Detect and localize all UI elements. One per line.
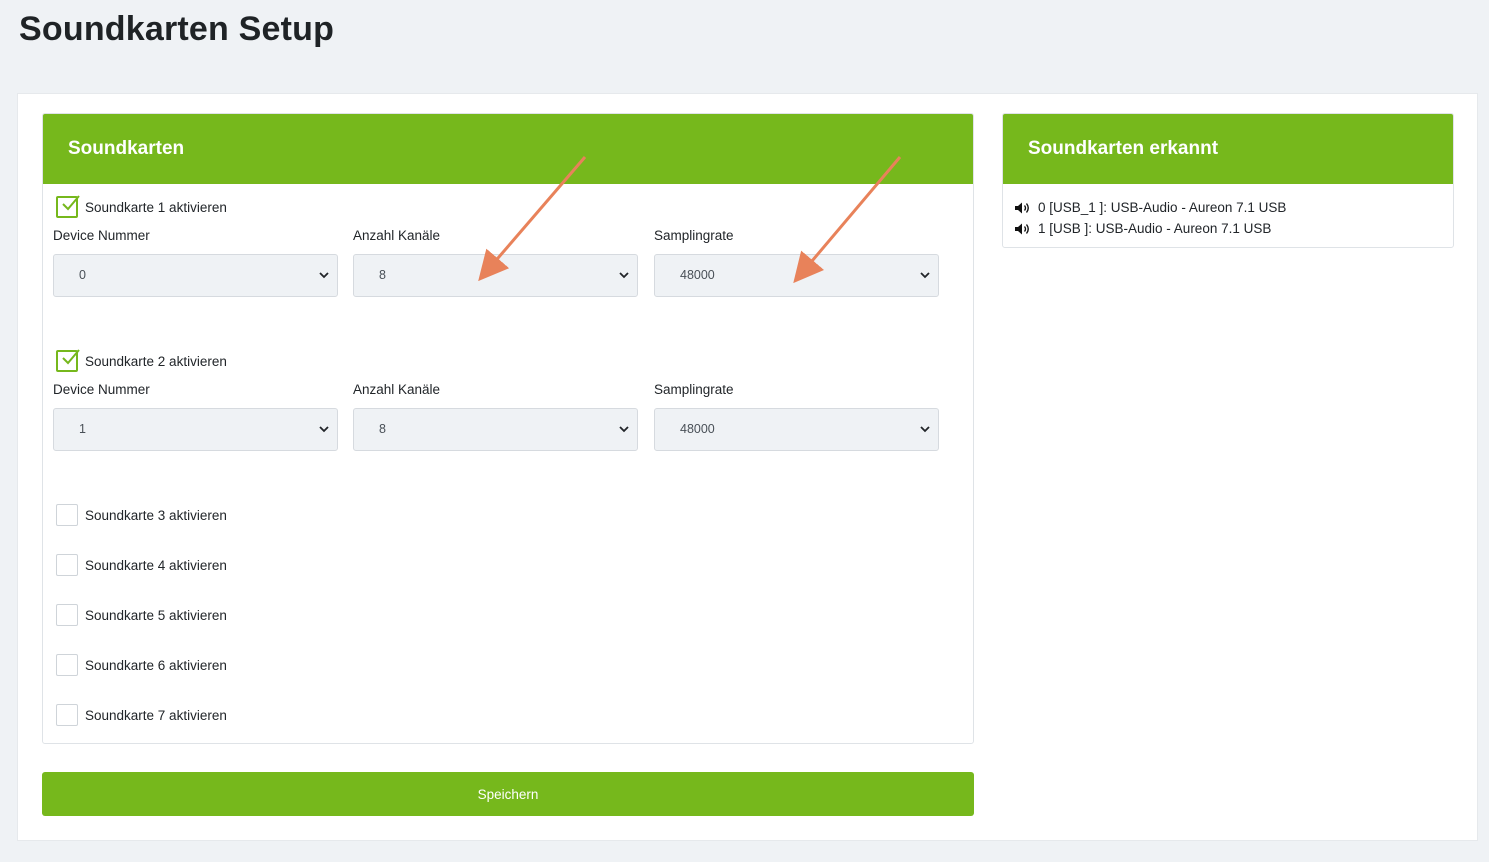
chevron-down-icon — [619, 426, 629, 433]
save-button[interactable]: Speichern — [42, 772, 974, 816]
select-value: 8 — [379, 422, 386, 436]
soundcard-5-label: Soundkarte 5 aktivieren — [85, 607, 227, 623]
soundcard-3-toggle[interactable]: Soundkarte 3 aktivieren — [56, 503, 227, 527]
detected-soundcards-card: Soundkarten erkannt 0 [USB_1 ]: USB-Audi… — [1002, 113, 1454, 248]
detected-card-title: Soundkarten erkannt — [1003, 114, 1453, 184]
soundcard-1-toggle[interactable]: Soundkarte 1 aktivieren — [56, 195, 227, 219]
channel-count-label: Anzahl Kanäle — [353, 382, 441, 397]
select-value: 48000 — [680, 422, 715, 436]
soundcard-3-label: Soundkarte 3 aktivieren — [85, 507, 227, 523]
soundcard-1-device-select[interactable]: 0 — [53, 254, 338, 297]
page-title: Soundkarten Setup — [19, 10, 335, 48]
checkmark-icon — [62, 349, 80, 365]
soundcard-4-label: Soundkarte 4 aktivieren — [85, 557, 227, 573]
soundcard-2-label: Soundkarte 2 aktivieren — [85, 353, 227, 369]
soundcard-3-checkbox[interactable] — [56, 504, 78, 526]
soundcards-card-title: Soundkarten — [43, 114, 973, 184]
soundcard-5-toggle[interactable]: Soundkarte 5 aktivieren — [56, 603, 227, 627]
soundcard-2-checkbox[interactable] — [56, 349, 80, 372]
soundcard-4-toggle[interactable]: Soundkarte 4 aktivieren — [56, 553, 227, 577]
channel-count-label: Anzahl Kanäle — [353, 228, 441, 243]
detected-item-text: 0 [USB_1 ]: USB-Audio - Aureon 7.1 USB — [1038, 200, 1287, 215]
speaker-icon — [1015, 202, 1029, 213]
soundcard-1-channels-select[interactable]: 8 — [353, 254, 638, 297]
detected-list: 0 [USB_1 ]: USB-Audio - Aureon 7.1 USB 1… — [1014, 197, 1286, 239]
device-number-label: Device Nummer — [53, 228, 150, 243]
soundcard-7-toggle[interactable]: Soundkarte 7 aktivieren — [56, 703, 227, 727]
chevron-down-icon — [619, 272, 629, 279]
soundcard-6-toggle[interactable]: Soundkarte 6 aktivieren — [56, 653, 227, 677]
device-number-label: Device Nummer — [53, 382, 150, 397]
soundcard-6-label: Soundkarte 6 aktivieren — [85, 657, 227, 673]
select-value: 48000 — [680, 268, 715, 282]
select-value: 8 — [379, 268, 386, 282]
soundcard-4-checkbox[interactable] — [56, 554, 78, 576]
speaker-icon — [1015, 223, 1029, 234]
detected-item-text: 1 [USB ]: USB-Audio - Aureon 7.1 USB — [1038, 221, 1272, 236]
soundcard-1-rate-select[interactable]: 48000 — [654, 254, 939, 297]
checkmark-icon — [62, 195, 80, 211]
sampling-rate-label: Samplingrate — [654, 228, 734, 243]
soundcard-1-label: Soundkarte 1 aktivieren — [85, 199, 227, 215]
select-value: 0 — [79, 268, 86, 282]
soundcard-5-checkbox[interactable] — [56, 604, 78, 626]
chevron-down-icon — [920, 272, 930, 279]
select-value: 1 — [79, 422, 86, 436]
soundcard-2-toggle[interactable]: Soundkarte 2 aktivieren — [56, 349, 227, 373]
list-item: 0 [USB_1 ]: USB-Audio - Aureon 7.1 USB — [1014, 197, 1286, 218]
list-item: 1 [USB ]: USB-Audio - Aureon 7.1 USB — [1014, 218, 1286, 239]
sampling-rate-label: Samplingrate — [654, 382, 734, 397]
soundcards-card: Soundkarten Soundkarte 1 aktivieren Devi… — [42, 113, 974, 744]
soundcard-2-channels-select[interactable]: 8 — [353, 408, 638, 451]
chevron-down-icon — [319, 272, 329, 279]
soundcard-6-checkbox[interactable] — [56, 654, 78, 676]
soundcard-1-checkbox[interactable] — [56, 195, 80, 218]
chevron-down-icon — [920, 426, 930, 433]
chevron-down-icon — [319, 426, 329, 433]
soundcard-2-device-select[interactable]: 1 — [53, 408, 338, 451]
soundcard-2-rate-select[interactable]: 48000 — [654, 408, 939, 451]
soundcard-7-checkbox[interactable] — [56, 704, 78, 726]
soundcard-7-label: Soundkarte 7 aktivieren — [85, 707, 227, 723]
